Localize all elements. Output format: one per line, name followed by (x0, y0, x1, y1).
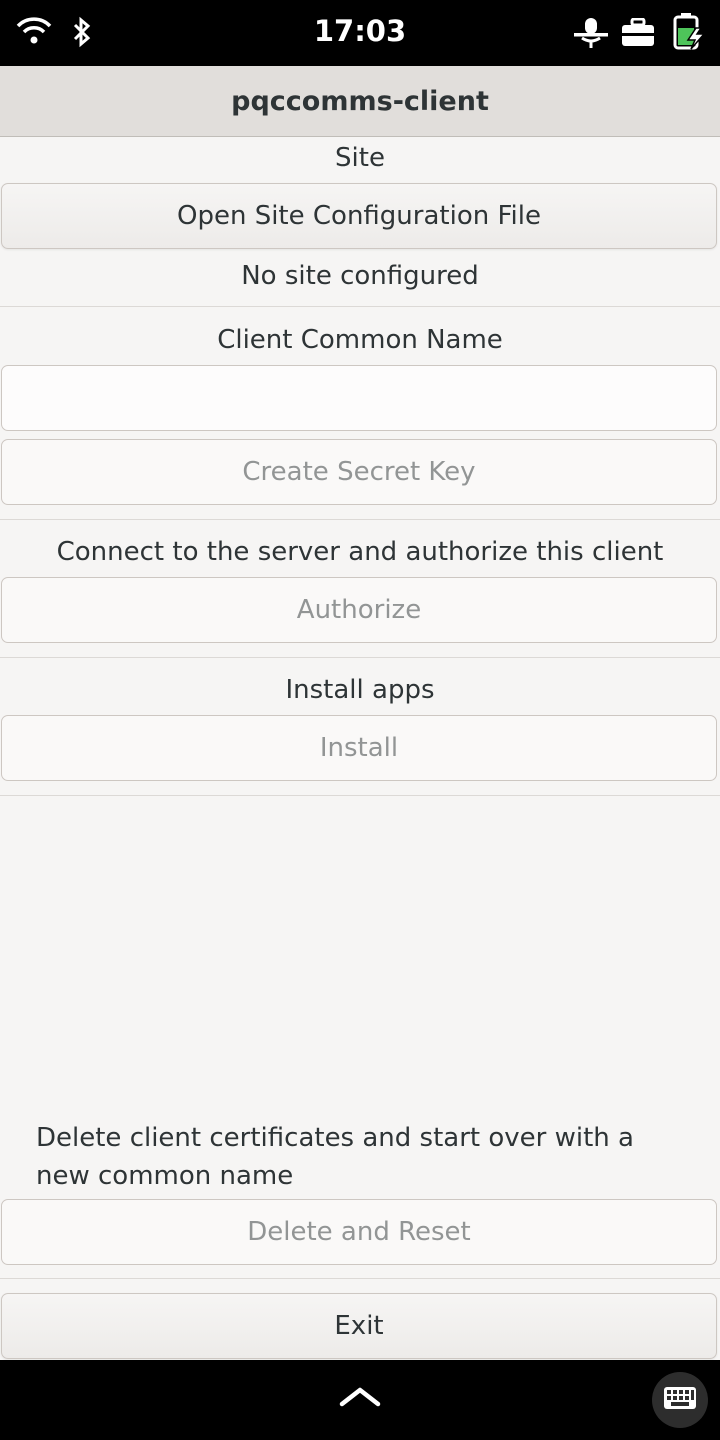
clock: 17:03 (313, 14, 407, 48)
exit-button[interactable]: Exit (1, 1293, 717, 1359)
authorize-button[interactable]: Authorize (1, 577, 717, 643)
delete-and-reset-button[interactable]: Delete and Reset (1, 1199, 717, 1265)
install-apps-label: Install apps (285, 675, 435, 705)
navigation-bar (0, 1360, 720, 1440)
site-label: Site (335, 143, 385, 173)
header-bar: pqccomms-client (0, 66, 720, 137)
microphone-muted-icon (574, 16, 608, 54)
client-common-name-label: Client Common Name (217, 325, 503, 355)
keyboard-toggle-button[interactable] (652, 1372, 708, 1428)
battery-charging-icon (672, 12, 706, 54)
client-common-name-input[interactable] (1, 365, 717, 431)
create-secret-key-button[interactable]: Create Secret Key (1, 439, 717, 505)
open-site-config-button[interactable]: Open Site Configuration File (1, 183, 717, 249)
window-title: pqccomms-client (231, 85, 489, 117)
delete-reset-label: Delete client certificates and start ove… (36, 1123, 634, 1191)
authorize-label: Connect to the server and authorize this… (56, 537, 664, 567)
separator (0, 795, 720, 796)
chevron-up-icon[interactable] (338, 1384, 382, 1414)
briefcase-icon (620, 17, 656, 52)
install-button[interactable]: Install (1, 715, 717, 781)
separator (0, 657, 720, 658)
separator (0, 1278, 720, 1279)
separator (0, 306, 720, 307)
separator (0, 519, 720, 520)
status-bar: 17:03 (0, 0, 720, 66)
site-status-label: No site configured (241, 261, 479, 291)
keyboard-icon (663, 1386, 697, 1414)
